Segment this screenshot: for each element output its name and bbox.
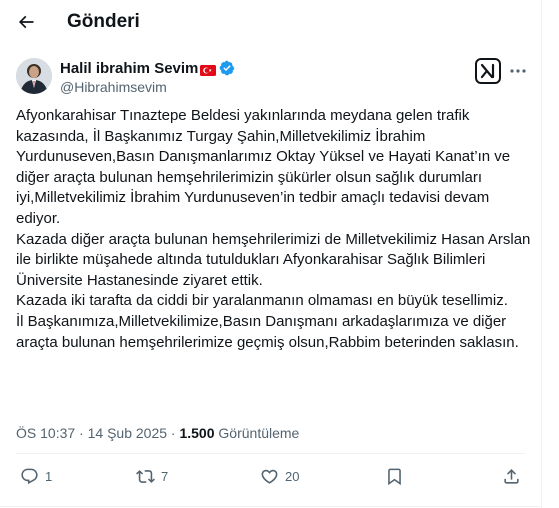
- avatar[interactable]: [16, 58, 52, 94]
- bottom-divider: [0, 506, 541, 507]
- heart-icon: [261, 469, 278, 484]
- reply-icon: [21, 468, 38, 485]
- bookmark-button[interactable]: [385, 467, 404, 486]
- tweet-date[interactable]: 14 Şub 2025: [88, 425, 167, 441]
- bookmark-icon: [388, 468, 401, 486]
- grok-icon: [475, 58, 501, 84]
- repost-count: 7: [161, 469, 169, 484]
- views-label: Görüntüleme: [218, 425, 300, 441]
- like-button[interactable]: 20: [260, 467, 299, 486]
- tweet-time[interactable]: ÖS 10:37: [16, 425, 75, 441]
- like-count: 20: [285, 469, 300, 484]
- author-handle[interactable]: @Hibrahimsevim: [60, 79, 167, 95]
- meta-separator: ·: [170, 425, 176, 441]
- share-button[interactable]: [502, 467, 521, 486]
- repost-button[interactable]: 7: [136, 467, 168, 486]
- divider: [16, 453, 525, 454]
- page-header: Gönderi: [0, 0, 541, 47]
- verified-badge-icon[interactable]: [219, 60, 235, 76]
- reply-count: 1: [45, 469, 53, 484]
- tweet-paragraph: İl Başkanımıza,Milletvekilimize,Basın Da…: [16, 312, 519, 351]
- repost-icon: [136, 470, 155, 483]
- arrow-left-icon: [18, 15, 34, 29]
- reply-button[interactable]: 1: [20, 467, 52, 486]
- tweet-text: Afyonkarahisar Tınaztepe Beldesi yakınla…: [16, 106, 532, 353]
- tweet-meta: ÖS 10:37 · 14 Şub 2025 · 1.500 Görüntüle…: [16, 425, 299, 441]
- author-name-row: Halil ibrahim Sevim: [60, 58, 235, 78]
- tweet-actions-bar: 1 7 20: [16, 463, 525, 493]
- avatar-photo-icon: [16, 58, 52, 94]
- meta-separator: ·: [79, 425, 84, 441]
- author-name[interactable]: Halil ibrahim Sevim: [60, 60, 198, 77]
- grok-button[interactable]: [475, 58, 501, 84]
- tweet-paragraph: Kazada iki tarafta da ciddi bir yaralanm…: [16, 292, 508, 310]
- column-divider: [541, 0, 542, 508]
- tweet-paragraph: Kazada diğer araçta bulunan hemşehrileri…: [16, 230, 531, 289]
- tweet-paragraph: Afyonkarahisar Tınaztepe Beldesi yakınla…: [16, 107, 511, 227]
- back-button[interactable]: [12, 8, 40, 36]
- page-title: Gönderi: [67, 11, 140, 32]
- more-horizontal-icon: [510, 69, 526, 73]
- turkey-flag-icon: [200, 63, 217, 76]
- share-icon: [504, 469, 519, 484]
- more-options-button[interactable]: [509, 62, 527, 80]
- views-count: 1.500: [179, 425, 215, 441]
